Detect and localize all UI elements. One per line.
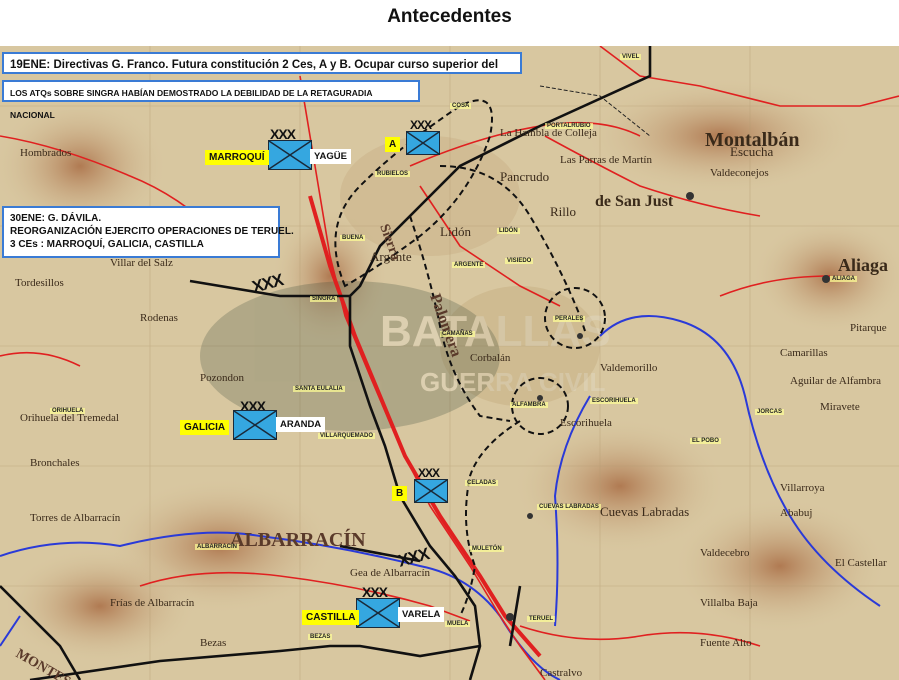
unit-galicia-commander: ARANDA (276, 417, 326, 432)
svg-text:Bezas: Bezas (200, 637, 226, 649)
svg-text:GUERRA CIVIL: GUERRA CIVIL (420, 367, 605, 397)
place-label: COSA (450, 103, 472, 109)
unit-marroqui-label: MARROQUÍ (205, 150, 269, 165)
place-label: SANTA EULALIA (293, 386, 345, 392)
svg-text:Bronchales: Bronchales (30, 457, 79, 469)
svg-text:Pitarque: Pitarque (850, 322, 887, 334)
place-label: ALBARRACÍN (195, 544, 239, 550)
svg-text:Rodenas: Rodenas (140, 312, 178, 324)
svg-text:Corbalán: Corbalán (470, 352, 511, 364)
place-label: ALIAGA (830, 276, 857, 282)
svg-text:de San Just: de San Just (595, 193, 674, 210)
unit-galicia-label: GALICIA (180, 420, 230, 435)
svg-text:Camarillas: Camarillas (780, 347, 828, 359)
note-box: LOS ATQs SOBRE SINGRA HABÍAN DEMOSTRADO … (2, 80, 420, 120)
unit-b-symbol (414, 479, 448, 503)
echelon-marker: XXX (418, 466, 440, 480)
place-label: ARGENTE (452, 262, 486, 268)
unit-castilla-label: CASTILLA (302, 610, 360, 625)
place-label: JORCAS (755, 409, 785, 415)
svg-text:Hombrados: Hombrados (20, 147, 71, 159)
place-label: MULETÓN (470, 546, 504, 552)
place-label: ALFAMBRA (510, 402, 548, 408)
svg-text:Villar del Salz: Villar del Salz (110, 257, 173, 269)
map-background: BATALLAS GUERRA CIVIL Montalbán Aliaga A… (0, 46, 899, 680)
place-label: VILLARQUEMADO (318, 433, 375, 439)
svg-text:Escorihuela: Escorihuela (560, 417, 612, 429)
unit-b-label: B (392, 486, 408, 501)
svg-text:Escucha: Escucha (730, 144, 774, 159)
svg-text:Frías de Albarracín: Frías de Albarracín (110, 597, 195, 609)
place-label: EL POBO (690, 438, 721, 444)
place-label: VISIEDO (505, 258, 534, 264)
place-label: SINGRA (310, 296, 338, 302)
svg-text:Lidón: Lidón (440, 224, 472, 239)
map-area: BATALLAS GUERRA CIVIL Montalbán Aliaga A… (0, 46, 899, 680)
svg-text:Castralvo: Castralvo (540, 667, 583, 679)
place-label: VIVEL (620, 54, 642, 60)
svg-text:Pozondon: Pozondon (200, 372, 245, 384)
svg-text:Valdecebro: Valdecebro (700, 547, 750, 559)
place-label: RUBIELOS (375, 171, 411, 177)
place-label: BUENA (340, 235, 366, 241)
svg-text:Pancrudo: Pancrudo (500, 169, 549, 184)
reorganization-box: 30ENE: G. DÁVILA. REORGANIZACIÓN EJERCIT… (2, 206, 294, 258)
place-label: CUEVAS LABRADAS (537, 504, 601, 510)
svg-text:Aguilar de Alfambra: Aguilar de Alfambra (790, 375, 881, 387)
echelon-marker: XXX (410, 118, 432, 132)
svg-text:ALBARRACÍN: ALBARRACÍN (230, 528, 366, 551)
svg-text:Gea de Albarracín: Gea de Albarracín (350, 567, 431, 579)
reorganization-line: 30ENE: G. DÁVILA. (10, 213, 102, 224)
place-label: ESCORIHUELA (590, 398, 638, 404)
place-label: ORIHUELA (50, 408, 86, 414)
unit-marroqui-symbol (268, 140, 312, 170)
unit-a-symbol (406, 131, 440, 155)
page-title: Antecedentes (387, 6, 512, 27)
svg-text:Tordesillos: Tordesillos (15, 277, 64, 289)
svg-text:Villarroya: Villarroya (780, 482, 825, 494)
unit-galicia-symbol (233, 410, 277, 440)
reorganization-line: 3 CEs : MARROQUÍ, GALICIA, CASTILLA (10, 239, 204, 250)
svg-text:Ababuj: Ababuj (780, 507, 812, 519)
svg-text:BATALLAS: BATALLAS (380, 307, 611, 356)
svg-text:El Castellar: El Castellar (835, 557, 887, 569)
place-label: PERALES (553, 316, 586, 322)
unit-castilla-commander: VARELA (398, 607, 445, 622)
reorganization-line: REORGANIZACIÓN EJERCITO OPERACIONES DE T… (10, 226, 294, 237)
place-label: MUELA (445, 621, 471, 627)
directive-box: 19ENE: Directivas G. Franco. Futura cons… (2, 52, 522, 93)
unit-castilla-symbol (356, 598, 400, 628)
svg-text:Valdeconejos: Valdeconejos (710, 167, 769, 179)
svg-text:Cuevas Labradas: Cuevas Labradas (600, 504, 689, 519)
place-label: LIDÓN (497, 228, 520, 234)
svg-text:Las Parras de Martín: Las Parras de Martín (560, 154, 652, 166)
svg-text:Rillo: Rillo (550, 204, 576, 219)
unit-a-label: A (385, 137, 401, 152)
place-label: PORTALRUBIO (545, 123, 593, 129)
place-label: BEZAS (308, 634, 333, 640)
svg-text:Valdemorillo: Valdemorillo (600, 362, 658, 374)
svg-text:Miravete: Miravete (820, 401, 860, 413)
svg-text:Torres de Albarracín: Torres de Albarracín (30, 512, 121, 524)
place-label: CELADAS (465, 480, 499, 486)
place-label: TERUEL (527, 616, 555, 622)
svg-text:Aliaga: Aliaga (838, 255, 888, 275)
unit-marroqui-commander: YAGÜE (310, 149, 351, 164)
place-label: CAMAÑAS (440, 331, 475, 337)
svg-text:Fuente Alto: Fuente Alto (700, 637, 752, 649)
svg-text:Villalba Baja: Villalba Baja (700, 597, 758, 609)
